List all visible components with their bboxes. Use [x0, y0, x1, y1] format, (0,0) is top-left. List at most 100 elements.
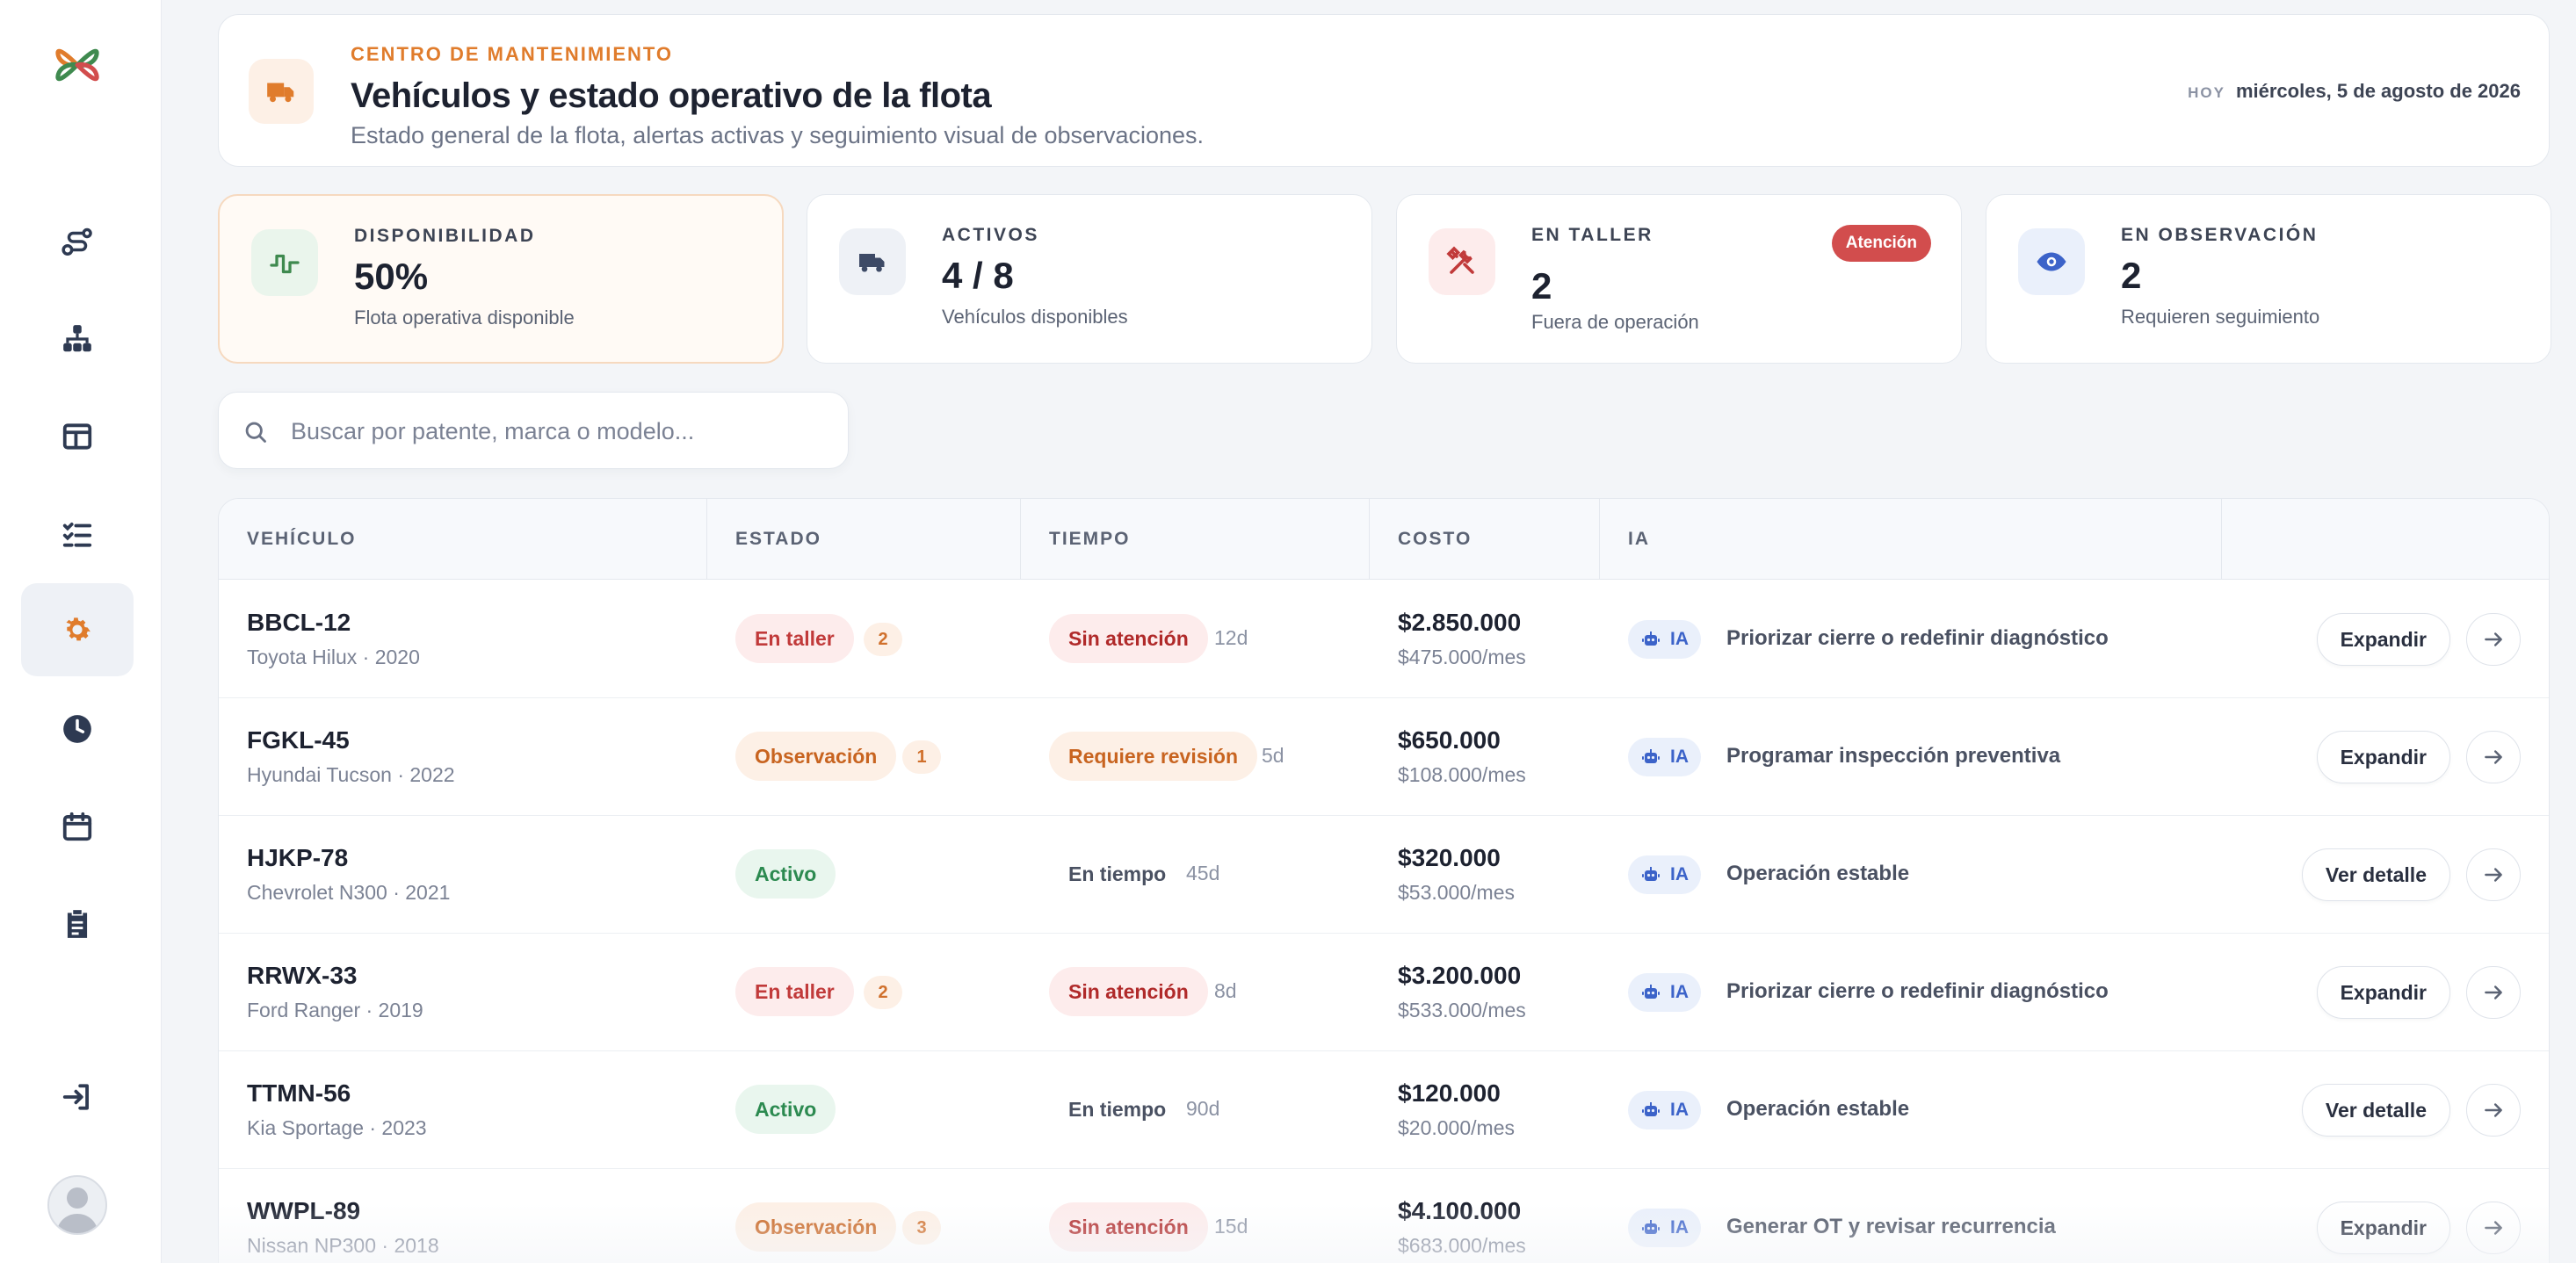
arrow-right-icon: [2485, 1221, 2502, 1235]
total-cost: $320.000: [1398, 844, 1501, 871]
search-icon: [245, 422, 266, 443]
search-box: [218, 392, 849, 469]
nav-dashboard[interactable]: [21, 390, 134, 483]
calendar-icon: [62, 812, 92, 841]
arrow-right-icon: [2485, 632, 2502, 646]
monthly-cost: $683.000/mes: [1398, 1234, 1526, 1257]
vehicle-plate: WWPL-89: [247, 1197, 361, 1224]
status-badge: Activo: [735, 849, 836, 899]
monthly-cost: $533.000/mes: [1398, 999, 1526, 1021]
time-cell: Sin atención 12d: [1021, 581, 1370, 698]
column-actions: [2222, 499, 2549, 580]
ia-chip: IA: [1628, 973, 1701, 1012]
column-vehicle[interactable]: VEHÍCULO: [219, 499, 707, 580]
table-row[interactable]: WWPL-89 Nissan NP300 · 2018 Observación 3 Si…: [219, 1169, 2549, 1263]
column-status[interactable]: ESTADO: [707, 499, 1021, 580]
days-count: 90d: [1186, 1097, 1220, 1120]
vehicle-model: Toyota Hilux · 2020: [247, 646, 420, 668]
ia-chip-label: IA: [1670, 747, 1689, 767]
route-icon: [62, 227, 92, 256]
expand-button[interactable]: Expandir: [2316, 966, 2450, 1019]
table-row[interactable]: RRWX-33 Ford Ranger · 2019 En taller 2 Sin a…: [219, 934, 2549, 1051]
column-ia[interactable]: IA: [1600, 499, 2222, 580]
nav-logout[interactable]: [21, 1050, 134, 1144]
nav-routes[interactable]: [21, 195, 134, 288]
nav-maintenance[interactable]: [21, 583, 134, 676]
alert-count-badge: 2: [864, 976, 902, 1009]
nav-tasks[interactable]: [21, 487, 134, 581]
vehicle-model: Ford Ranger · 2019: [247, 999, 423, 1021]
hierarchy-icon: [63, 325, 91, 352]
header-icon-box: [249, 59, 314, 124]
kpi-desc: Fuera de operación: [1531, 311, 1699, 333]
kpi-icon-box: [839, 228, 906, 295]
time-badge: En tiempo: [1068, 862, 1167, 885]
vehicle-model: Hyundai Tucson · 2022: [247, 763, 455, 786]
kpi-icon-box: [2018, 228, 2085, 295]
column-cost[interactable]: COSTO: [1370, 499, 1600, 580]
time-badge: Sin atención: [1049, 1202, 1208, 1252]
layout-icon: [62, 423, 92, 450]
open-vehicle-button[interactable]: [2466, 848, 2521, 901]
robot-icon: [1642, 985, 1660, 999]
arrow-right-icon: [2485, 750, 2502, 764]
kpi-availability[interactable]: DISPONIBILIDAD 50% Flota operativa dispo…: [218, 194, 784, 364]
column-time[interactable]: TIEMPO: [1021, 499, 1370, 580]
expand-button[interactable]: Expandir: [2316, 731, 2450, 783]
search-input[interactable]: [291, 408, 818, 454]
time-badge: Sin atención: [1049, 614, 1208, 663]
open-vehicle-button[interactable]: [2466, 1084, 2521, 1137]
ia-recommendation: Generar OT y revisar recurrencia: [1726, 1215, 2056, 1238]
table-row[interactable]: BBCL-12 Toyota Hilux · 2020 En taller 2 Sin …: [219, 581, 2549, 698]
kpi-value: 50%: [354, 256, 429, 297]
table-header: VEHÍCULO ESTADO TIEMPO COSTO IA: [219, 499, 2549, 580]
sidebar: [0, 0, 162, 1263]
expand-button[interactable]: Expandir: [2316, 613, 2450, 666]
nav-calendar[interactable]: [21, 780, 134, 873]
date-label: HOY: [2188, 84, 2225, 101]
open-vehicle-button[interactable]: [2466, 1202, 2521, 1254]
vehicle-cell: HJKP-78 Chevrolet N300 · 2021: [219, 816, 707, 934]
vehicle-cell: TTMN-56 Kia Sportage · 2023: [219, 1051, 707, 1169]
cost-cell: $650.000 $108.000/mes: [1370, 698, 1600, 816]
table-row[interactable]: FGKL-45 Hyundai Tucson · 2022 Observación 1…: [219, 698, 2549, 816]
open-vehicle-button[interactable]: [2466, 731, 2521, 783]
alert-count-badge: 1: [902, 740, 941, 774]
user-avatar[interactable]: [47, 1175, 107, 1235]
user-icon: [56, 1187, 98, 1233]
table-row[interactable]: HJKP-78 Chevrolet N300 · 2021 Activo En tie…: [219, 816, 2549, 934]
attention-badge: Atención: [1831, 225, 1931, 262]
app-logo[interactable]: [49, 37, 105, 93]
view-detail-button[interactable]: Ver detalle: [2301, 848, 2450, 901]
kpi-active[interactable]: ACTIVOS 4 / 8 Vehículos disponibles: [807, 194, 1372, 364]
ia-cell: IA Operación estable: [1600, 1051, 2222, 1169]
kpi-observation[interactable]: EN OBSERVACIÓN 2 Requieren seguimiento: [1986, 194, 2551, 364]
nav-history[interactable]: [21, 682, 134, 776]
cost-cell: $120.000 $20.000/mes: [1370, 1051, 1600, 1169]
kpi-value: 2: [1531, 265, 1552, 307]
table-row[interactable]: TTMN-56 Kia Sportage · 2023 Activo En tiemp…: [219, 1051, 2549, 1169]
open-vehicle-button[interactable]: [2466, 966, 2521, 1019]
open-vehicle-button[interactable]: [2466, 613, 2521, 666]
kpi-desc: Vehículos disponibles: [942, 306, 1128, 328]
kpi-label: ACTIVOS: [942, 225, 1039, 245]
checklist-icon: [62, 523, 92, 547]
robot-icon: [1642, 867, 1660, 881]
cost-cell: $3.200.000 $533.000/mes: [1370, 934, 1600, 1051]
nav-reports[interactable]: [21, 877, 134, 971]
time-cell: Sin atención 8d: [1021, 934, 1370, 1051]
nav-organization[interactable]: [21, 292, 134, 386]
eye-icon: [2037, 252, 2066, 271]
status-cell: En taller 2: [707, 934, 1021, 1051]
kpi-in-workshop[interactable]: EN TALLER Atención 2 Fuera de operación: [1396, 194, 1962, 364]
view-detail-button[interactable]: Ver detalle: [2301, 1084, 2450, 1137]
ia-recommendation: Programar inspección preventiva: [1726, 744, 2061, 768]
expand-button[interactable]: Expandir: [2316, 1202, 2450, 1254]
clock-icon: [63, 715, 91, 743]
ia-chip: IA: [1628, 855, 1701, 894]
robot-icon: [1642, 1102, 1660, 1116]
total-cost: $4.100.000: [1398, 1197, 1522, 1224]
days-count: 45d: [1186, 862, 1220, 884]
ia-recommendation: Operación estable: [1726, 862, 1910, 885]
ia-chip-label: IA: [1670, 864, 1689, 884]
